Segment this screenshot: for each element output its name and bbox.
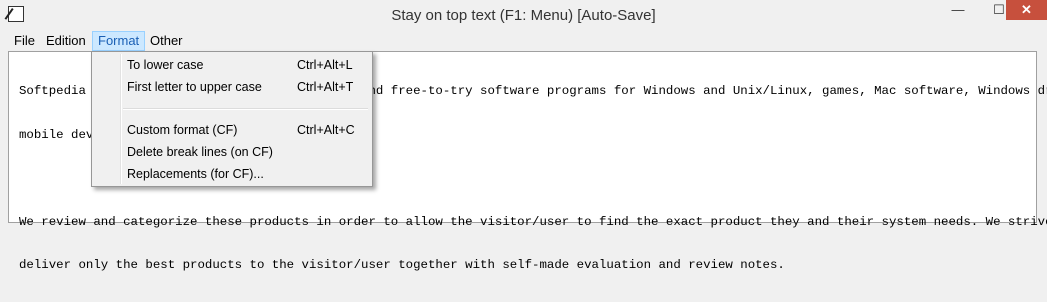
- menu-item-shortcut: Ctrl+Alt+T: [297, 80, 354, 94]
- menu-item-replacements[interactable]: Replacements (for CF)...: [94, 163, 370, 185]
- menu-item-first-letter-upper[interactable]: First letter to upper case Ctrl+Alt+T: [94, 76, 370, 98]
- menu-item-label: First letter to upper case: [127, 80, 262, 94]
- menu-format[interactable]: Format: [92, 31, 146, 51]
- menu-file[interactable]: File: [9, 32, 40, 50]
- menu-item-delete-break-lines[interactable]: Delete break lines (on CF): [94, 141, 370, 163]
- menu-item-shortcut: Ctrl+Alt+L: [297, 58, 353, 72]
- title-bar: Stay on top text (F1: Menu) [Auto-Save] …: [0, 0, 1047, 31]
- editor-line: deliver only the best products to the vi…: [19, 258, 785, 272]
- menu-edition[interactable]: Edition: [41, 32, 91, 50]
- format-dropdown-menu: To lower case Ctrl+Alt+L First letter to…: [91, 51, 373, 187]
- menu-bar: File Edition Format Other: [0, 31, 1047, 51]
- close-button[interactable]: ✕: [1006, 0, 1047, 20]
- menu-separator: [123, 108, 368, 110]
- menu-item-label: To lower case: [127, 58, 204, 72]
- menu-item-custom-format[interactable]: Custom format (CF) Ctrl+Alt+C: [94, 119, 370, 141]
- menu-item-label: Delete break lines (on CF): [127, 145, 273, 159]
- window-title: Stay on top text (F1: Menu) [Auto-Save]: [391, 7, 656, 24]
- editor-line: We review and categorize these products …: [19, 214, 1047, 229]
- menu-other[interactable]: Other: [145, 32, 188, 50]
- menu-item-shortcut: Ctrl+Alt+C: [297, 123, 355, 137]
- menu-item-to-lower-case[interactable]: To lower case Ctrl+Alt+L: [94, 54, 370, 76]
- menu-item-label: Custom format (CF): [127, 123, 238, 137]
- minimize-button[interactable]: —: [938, 0, 978, 20]
- menu-item-label: Replacements (for CF)...: [127, 167, 264, 181]
